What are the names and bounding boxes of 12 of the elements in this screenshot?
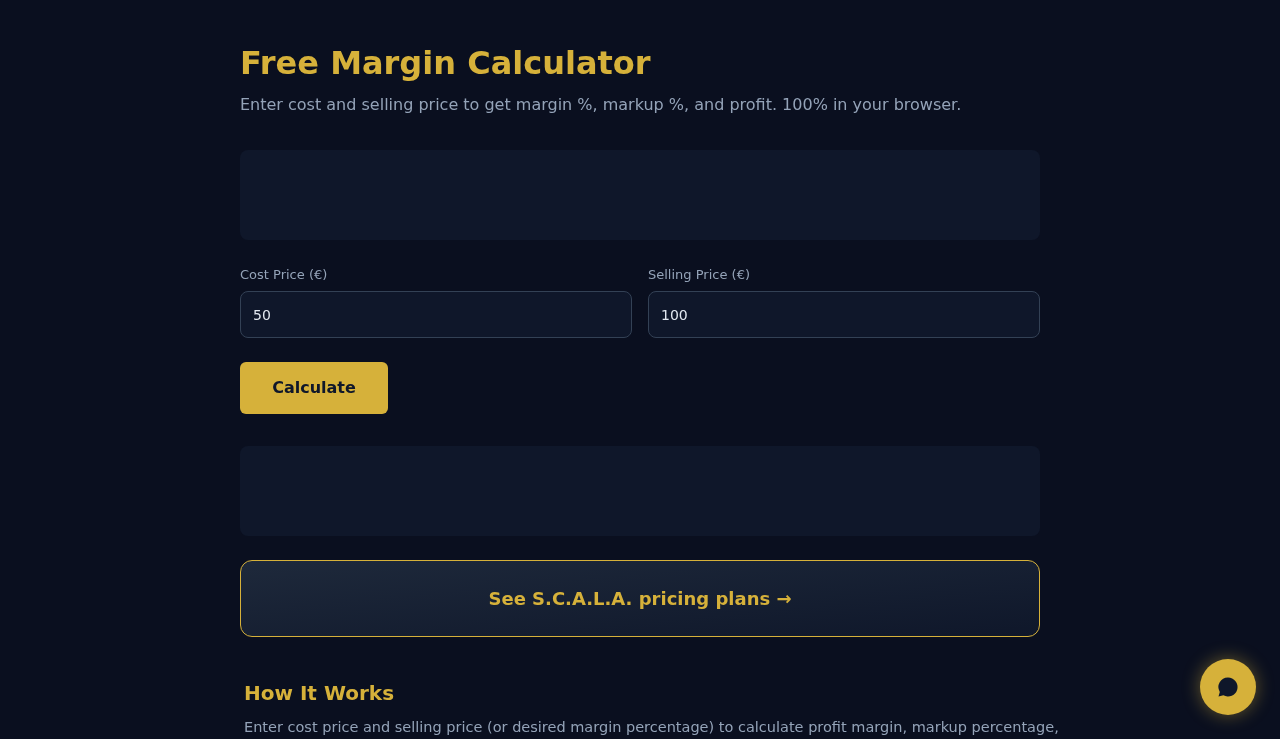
section-heading: How It Works (244, 680, 395, 706)
field-label: Selling Price (€) (648, 266, 750, 284)
input-field[interactable]: 50 (240, 291, 632, 338)
chat-bubble-icon (1217, 676, 1239, 698)
page-title: Free Margin Calculator (240, 43, 651, 84)
chat-button[interactable] (1200, 659, 1256, 715)
field-label: Cost Price (€) (240, 266, 328, 284)
page-subtitle: Enter cost and selling price to get margin %, markup %, and profit. 100% in your browser. (240, 94, 962, 116)
calculate-button[interactable]: Calculate (240, 362, 388, 414)
input-field[interactable]: 100 (648, 291, 1040, 338)
section-text: Enter cost price and selling price (or desired margin percentage) to calculate profit margin, markup percentage, (244, 718, 1059, 736)
pricing-plans-link[interactable]: See S.C.A.L.A. pricing plans → (240, 560, 1040, 637)
